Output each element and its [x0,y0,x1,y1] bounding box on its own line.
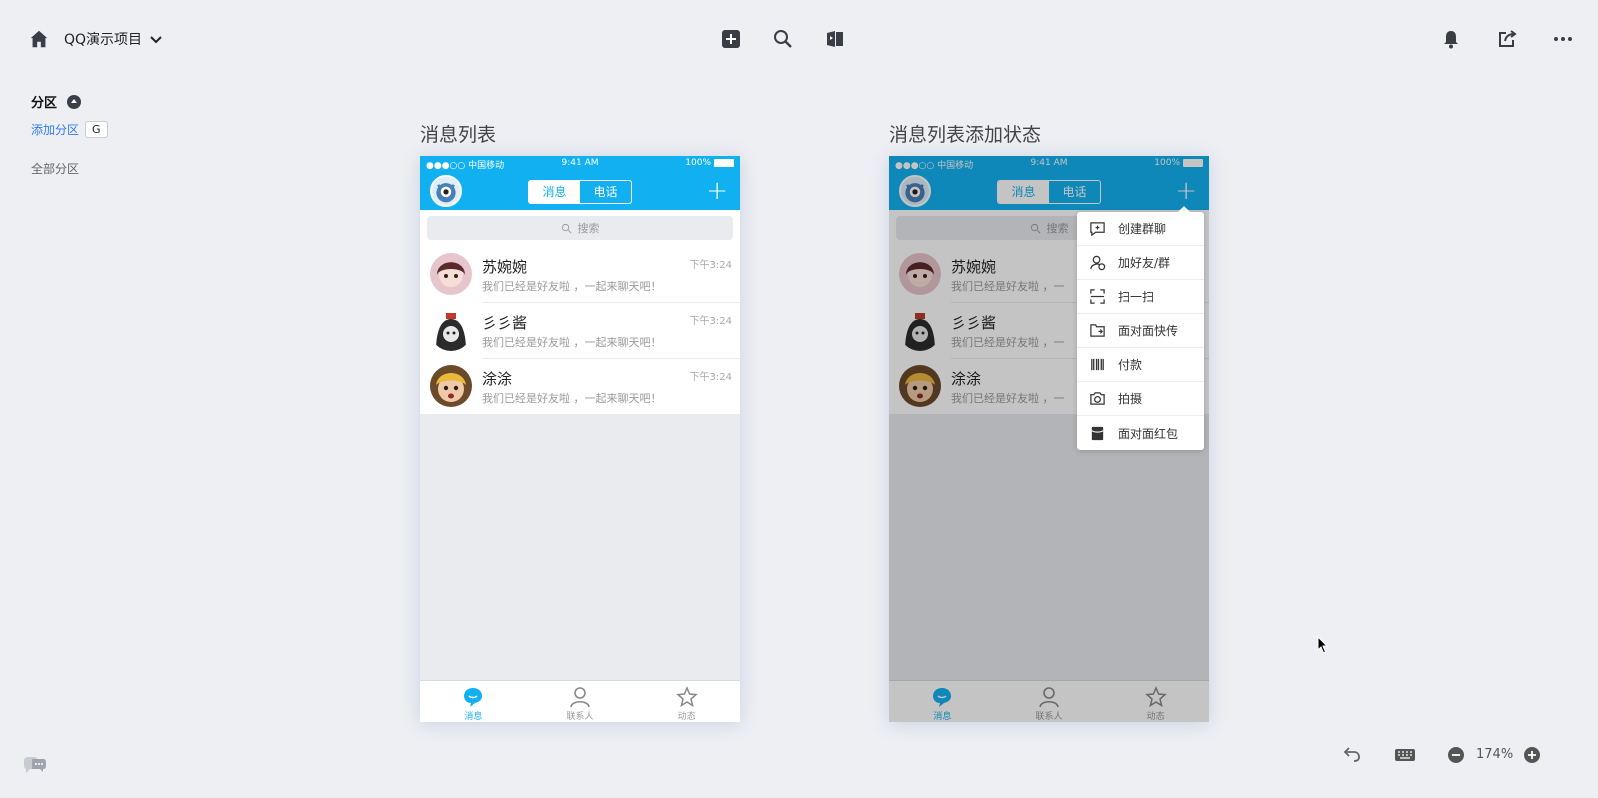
plus-icon[interactable]: + [706,178,728,204]
tabbar-label: 消息 [464,712,483,722]
battery-icon [714,159,734,167]
toolbar-right-group [1440,28,1574,50]
search-icon[interactable] [772,28,794,50]
chat-time: 下午3:24 [689,260,732,271]
chat-name: 彡彡酱 [482,314,528,332]
tab-messages[interactable]: 消息 [529,181,580,203]
flip-card-icon[interactable] [824,28,846,50]
tabbar-contacts[interactable]: 联系人 [527,681,634,722]
mouse-cursor-icon [1317,636,1329,654]
avatar [430,365,472,407]
add-friend-icon [1090,255,1106,271]
keyboard-icon[interactable] [1393,744,1417,766]
menu-item-pay[interactable]: 付款 [1077,348,1204,382]
list-item[interactable]: 苏婉婉 我们已经是好友啦 ，一起来聊天吧！ 下午3:24 [420,246,740,302]
battery-percent: 100% [685,158,711,168]
scan-icon [1090,289,1105,304]
barcode-icon [1091,358,1104,371]
search-bar: 搜索 [420,210,740,246]
zoom-level: 174% [1476,747,1514,762]
menu-item-label: 面对面快传 [1118,324,1179,338]
all-sections-item[interactable]: 全部分区 [31,160,108,177]
chat-bubble-icon [464,688,483,707]
search-input[interactable]: 搜索 [427,216,733,240]
menu-item-label: 加好友/群 [1118,256,1171,270]
menu-item-create-group[interactable]: 创建群聊 [1077,212,1204,246]
group-chat-icon [1090,222,1105,237]
list-item[interactable]: 彡彡酱 我们已经是好友啦 ，一起来聊天吧！ 下午3:24 [420,302,740,358]
menu-item-label: 创建群聊 [1118,222,1167,236]
zoom-out-icon[interactable] [1446,744,1466,766]
sections-panel: 分区 添加分区 G 全部分区 [31,92,108,177]
more-icon[interactable] [1552,28,1574,50]
list-item[interactable]: 涂涂 我们已经是好友啦 ，一起来聊天吧！ 下午3:24 [420,358,740,414]
toolbar-center-group [720,28,846,50]
battery: 100% [685,158,734,168]
chat-time: 下午3:24 [689,316,732,327]
artboard-message-list-add-state[interactable]: ●●●○○ 中国移动 9:41 AM 100% 消息 电话 + 搜索 苏婉婉 我… [889,156,1209,722]
chat-preview: 我们已经是好友啦 ，一起来聊天吧！ [482,392,662,405]
board-label[interactable]: 消息列表添加状态 [889,120,1041,147]
add-section-link[interactable]: 添加分区 [31,121,79,138]
tab-bar: 消息 联系人 动态 [420,680,740,722]
search-placeholder: 搜索 [577,222,600,235]
shortcut-badge: G [85,121,108,138]
star-icon [675,686,698,708]
chevron-down-icon[interactable] [148,31,164,47]
top-toolbar: QQ演示项目 [0,0,1598,80]
chat-name: 涂涂 [482,370,513,388]
undo-icon[interactable] [1340,744,1362,766]
camera-icon [1090,392,1105,405]
tabbar-messages[interactable]: 消息 [420,681,527,722]
folder-transfer-icon [1090,324,1105,337]
avatar [430,309,472,351]
menu-item-label: 扫一扫 [1118,290,1155,304]
search-icon [561,223,571,233]
status-bar: ●●●○○ 中国移动 9:41 AM 100% [420,156,740,172]
segmented-control: 消息 电话 [528,180,632,204]
menu-item-red-packet[interactable]: 面对面红包 [1077,416,1204,450]
avatar[interactable] [430,175,462,207]
menu-item-scan[interactable]: 扫一扫 [1077,280,1204,314]
menu-item-label: 面对面红包 [1118,426,1179,441]
collapse-icon[interactable] [67,94,82,109]
nav-bar: 消息 电话 + [420,172,740,210]
tabbar-label: 联系人 [566,712,594,722]
menu-item-label: 拍摄 [1118,392,1143,406]
project-switcher[interactable]: QQ演示项目 [28,28,164,50]
tabbar-moments[interactable]: 动态 [633,681,740,722]
add-menu: 创建群聊 加好友/群 扫一扫 面对面快传 付款 拍摄 面对面红包 [1077,206,1204,450]
red-packet-icon [1091,426,1104,440]
avatar [430,253,472,295]
menu-item-add-friend[interactable]: 加好友/群 [1077,246,1204,280]
sections-header: 分区 [31,92,108,111]
tab-calls[interactable]: 电话 [580,181,631,203]
chat-name: 苏婉婉 [482,258,528,276]
menu-item-camera[interactable]: 拍摄 [1077,382,1204,416]
sections-title: 分区 [31,96,58,111]
bell-icon[interactable] [1440,28,1462,50]
add-section-row: 添加分区 G [31,121,108,138]
home-icon[interactable] [28,28,50,50]
chat-preview: 我们已经是好友啦 ，一起来聊天吧！ [482,336,662,349]
share-icon[interactable] [1496,28,1518,50]
feedback-icon[interactable] [22,755,48,777]
chat-time: 下午3:24 [689,372,732,383]
chat-preview: 我们已经是好友啦 ，一起来聊天吧！ [482,280,662,293]
menu-item-quick-transfer[interactable]: 面对面快传 [1077,314,1204,348]
zoom-in-icon[interactable] [1522,744,1542,766]
board-label[interactable]: 消息列表 [420,120,496,147]
add-square-icon[interactable] [720,28,742,50]
tabbar-label: 动态 [677,712,696,722]
menu-item-label: 付款 [1118,358,1143,372]
contacts-icon [570,687,590,708]
artboard-message-list[interactable]: ●●●○○ 中国移动 9:41 AM 100% 消息 电话 + 搜索 苏婉婉 我… [420,156,740,722]
project-title[interactable]: QQ演示项目 [64,29,142,49]
